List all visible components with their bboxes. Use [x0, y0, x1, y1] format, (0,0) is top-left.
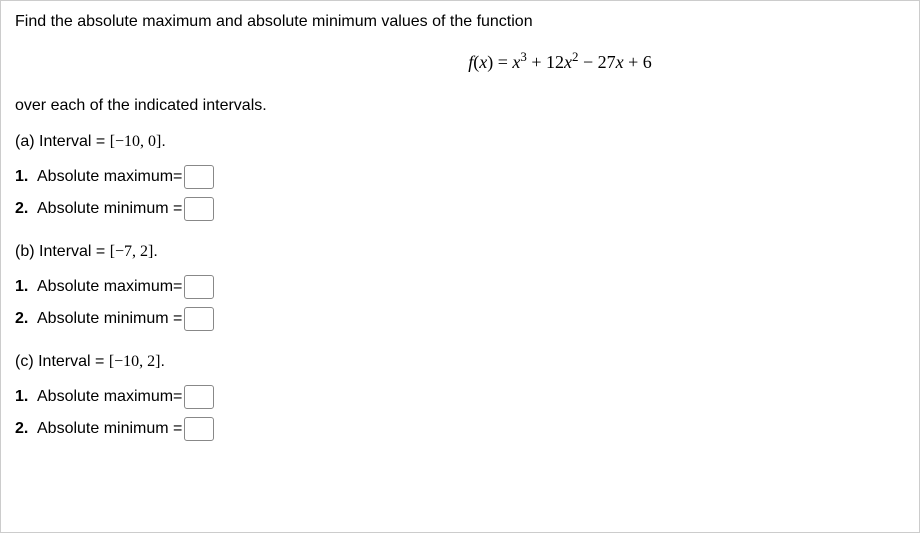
formula-minus: − 27 [578, 52, 615, 72]
part-c-q1-num: 1. [15, 388, 31, 406]
part-b-label: (b) Interval = [−7, 2]. [15, 243, 905, 261]
formula-plus2: + 6 [624, 52, 652, 72]
part-a-q1-label: Absolute maximum= [37, 168, 182, 186]
part-b-q2: 2. Absolute minimum = [15, 307, 905, 331]
part-b-min-input[interactable] [184, 307, 214, 331]
part-a-q2: 2. Absolute minimum = [15, 197, 905, 221]
problem-prompt: Find the absolute maximum and absolute m… [15, 13, 905, 31]
part-b-interval: [−7, 2] [110, 243, 154, 260]
formula-eq: = [493, 52, 512, 72]
part-a-interval: [−10, 0] [110, 133, 162, 150]
part-a-dot: . [161, 133, 165, 150]
part-c-q2: 2. Absolute minimum = [15, 417, 905, 441]
part-a-label: (a) Interval = [−10, 0]. [15, 133, 905, 151]
part-c-q1-label: Absolute maximum= [37, 388, 182, 406]
part-c-min-input[interactable] [184, 417, 214, 441]
part-b-q1-num: 1. [15, 278, 31, 296]
formula-plus1: + 12 [527, 52, 564, 72]
part-b-dot: . [153, 243, 157, 260]
part-c-max-input[interactable] [184, 385, 214, 409]
part-b-max-input[interactable] [184, 275, 214, 299]
formula-t2-var: x [564, 52, 572, 72]
part-b-q1-label: Absolute maximum= [37, 278, 182, 296]
part-c-prefix: (c) Interval = [15, 353, 109, 370]
part-a-q1: 1. Absolute maximum= [15, 165, 905, 189]
part-c-q2-label: Absolute minimum = [37, 420, 182, 438]
part-c-interval: [−10, 2] [109, 353, 161, 370]
part-a-q2-label: Absolute minimum = [37, 200, 182, 218]
part-b-q2-num: 2. [15, 310, 31, 328]
function-formula: f(x) = x3 + 12x2 − 27x + 6 [15, 49, 905, 73]
problem-subprompt: over each of the indicated intervals. [15, 97, 905, 115]
part-c-q2-num: 2. [15, 420, 31, 438]
part-a-q1-num: 1. [15, 168, 31, 186]
formula-t3-var: x [616, 52, 624, 72]
part-a-q2-num: 2. [15, 200, 31, 218]
part-a-prefix: (a) Interval = [15, 133, 110, 150]
part-c-dot: . [161, 353, 165, 370]
part-a-max-input[interactable] [184, 165, 214, 189]
formula-xvar: x [479, 52, 487, 72]
part-b-prefix: (b) Interval = [15, 243, 110, 260]
part-c-q1: 1. Absolute maximum= [15, 385, 905, 409]
part-a-min-input[interactable] [184, 197, 214, 221]
part-c-label: (c) Interval = [−10, 2]. [15, 353, 905, 371]
part-b-q1: 1. Absolute maximum= [15, 275, 905, 299]
part-b-q2-label: Absolute minimum = [37, 310, 182, 328]
